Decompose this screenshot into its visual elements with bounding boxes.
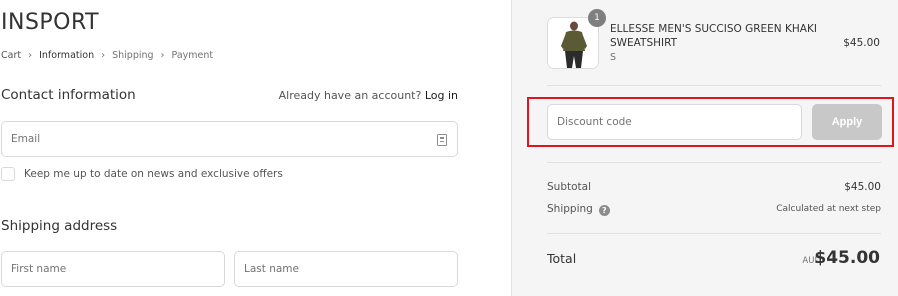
breadcrumb-cart[interactable]: Cart: [1, 50, 21, 61]
subtotal-row: Subtotal $45.00: [547, 181, 881, 193]
breadcrumb-shipping: Shipping: [112, 50, 154, 61]
account-prompt-text: Already have an account?: [278, 89, 422, 102]
login-link[interactable]: Log in: [425, 89, 458, 102]
email-placeholder: Email: [11, 133, 41, 145]
checkout-main: INSPORT Cart › Information › Shipping › …: [0, 0, 511, 296]
contact-information-heading: Contact information: [1, 87, 136, 103]
divider: [547, 233, 881, 234]
discount-placeholder: Discount code: [557, 116, 632, 128]
breadcrumb-payment: Payment: [171, 50, 214, 61]
breadcrumb: Cart › Information › Shipping › Payment: [1, 50, 213, 61]
subtotal-label: Subtotal: [547, 181, 591, 193]
breadcrumb-information: Information: [39, 50, 95, 61]
product-variant: S: [610, 52, 617, 63]
newsletter-label[interactable]: Keep me up to date on news and exclusive…: [24, 168, 283, 180]
apply-discount-button[interactable]: Apply: [812, 104, 882, 140]
product-price: $45.00: [843, 37, 880, 49]
email-field[interactable]: Email: [1, 121, 458, 157]
shipping-address-heading: Shipping address: [1, 218, 118, 234]
chevron-right-icon: ›: [160, 50, 165, 61]
discount-code-field[interactable]: Discount code: [547, 104, 802, 140]
first-name-placeholder: First name: [11, 263, 67, 275]
login-prompt: Already have an account? Log in: [279, 89, 458, 102]
chevron-right-icon: ›: [101, 50, 106, 61]
shipping-row: Shipping? Calculated at next step: [547, 203, 881, 216]
contact-card-icon: [437, 134, 447, 146]
divider: [547, 162, 881, 163]
quantity-badge: 1: [588, 9, 606, 27]
order-summary: 1 ELLESSE MEN'S SUCCISO GREEN KHAKI SWEA…: [511, 0, 898, 296]
help-icon[interactable]: ?: [598, 205, 610, 216]
divider: [547, 85, 881, 86]
last-name-placeholder: Last name: [244, 263, 299, 275]
total-label: Total: [547, 251, 577, 266]
first-name-field[interactable]: First name: [1, 251, 225, 287]
newsletter-checkbox[interactable]: [1, 167, 15, 181]
shipping-label: Shipping: [547, 203, 593, 215]
last-name-field[interactable]: Last name: [234, 251, 458, 287]
total-value: $45.00: [814, 248, 880, 268]
chevron-right-icon: ›: [28, 50, 33, 61]
store-logo[interactable]: INSPORT: [1, 10, 99, 35]
product-name: ELLESSE MEN'S SUCCISO GREEN KHAKI SWEATS…: [610, 23, 817, 49]
subtotal-value: $45.00: [844, 181, 881, 193]
shipping-value: Calculated at next step: [776, 204, 881, 214]
